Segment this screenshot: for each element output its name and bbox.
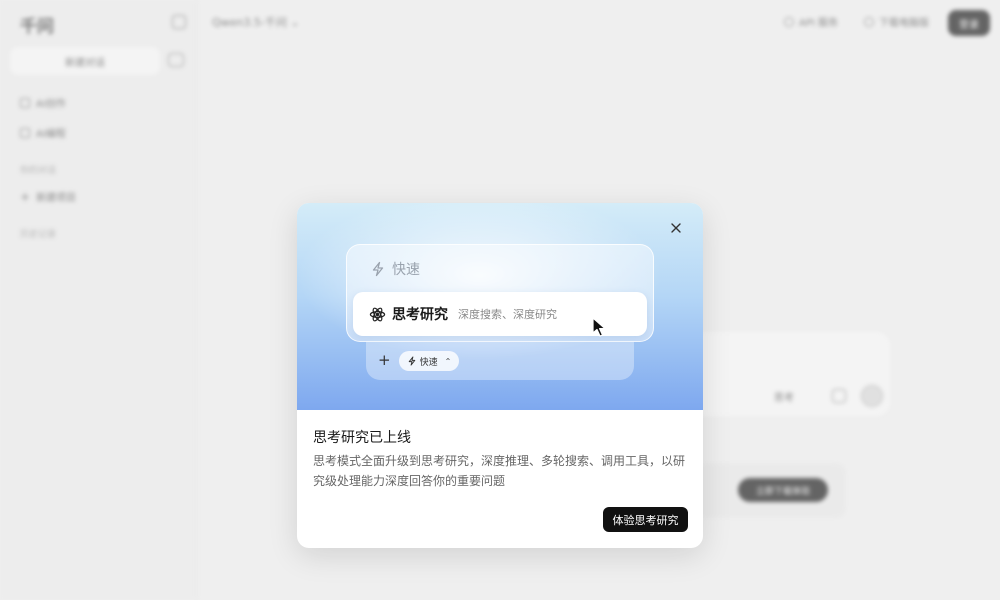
mini-chip-label: 快速 [419,357,438,368]
cursor-icon [592,317,606,337]
try-think-research-button[interactable]: 体验思考研究 [603,507,688,532]
modal-hero-image: 快速 思考研究 深度搜索、深度研究 + 快速 ⌃ [297,203,703,410]
modal-title: 思考研究已上线 [313,430,411,446]
mode-think-description: 深度搜索、深度研究 [458,308,557,321]
feature-announcement-modal: 快速 思考研究 深度搜索、深度研究 + 快速 ⌃ 思考研究已上线 思考模式全面升… [297,203,703,548]
mode-think-label: 思考研究 [392,307,448,323]
chevron-up-icon: ⌃ [444,356,452,366]
close-button[interactable] [668,220,684,236]
mode-fast-label: 快速 [392,262,420,278]
atom-icon [369,307,386,321]
plus-icon: + [378,351,391,369]
modal-description: 思考模式全面升级到思考研究，深度推理、多轮搜索、调用工具，以研究级处理能力深度回… [313,454,686,488]
close-icon [671,223,681,233]
mode-option-fast: 快速 [370,259,420,279]
mini-mode-chip: 快速 ⌃ [399,351,459,371]
lightning-icon [372,261,384,277]
lightning-icon [408,356,415,366]
